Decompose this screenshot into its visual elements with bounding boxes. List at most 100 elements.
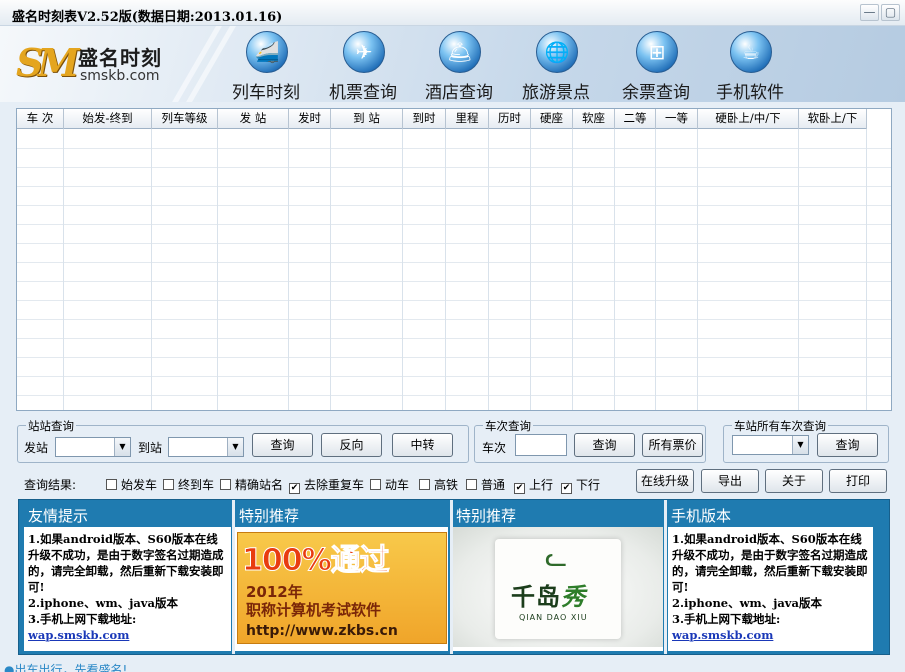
check-icon: ✔ xyxy=(289,483,300,494)
nav-ticket-availability[interactable]: ⊞ 余票查询 xyxy=(607,26,705,102)
check-icon: ✔ xyxy=(561,483,572,494)
grid-header: 车 次 始发-终到 列车等级 发 站 发时 到 站 到时 里程 历时 硬座 软座… xyxy=(17,109,867,129)
nav-label: 酒店查询 xyxy=(425,83,493,102)
filter-highspeed-checkbox[interactable]: 高铁 xyxy=(419,476,459,492)
grid-row-line xyxy=(17,357,891,358)
brand-name-b: 秀 xyxy=(561,582,586,611)
tips-line: 2.iphone、wm、java版本 xyxy=(28,596,178,610)
grid-row-line xyxy=(17,224,891,225)
chevron-down-icon[interactable]: ▼ xyxy=(227,438,243,456)
col-header-soft-sleeper[interactable]: 软卧上/下 xyxy=(799,109,867,129)
grid-body xyxy=(17,129,891,410)
station-query-legend: 站站查询 xyxy=(26,418,76,434)
grid-column-line xyxy=(330,129,331,410)
grid-column-line xyxy=(288,129,289,410)
ad-text: 职称计算机考试软件 xyxy=(246,601,382,619)
grid-column-line xyxy=(798,129,799,410)
nav-mobile-software[interactable]: ☕ 手机软件 xyxy=(701,26,799,102)
train-icon: 🚄 xyxy=(246,31,288,73)
mobile-download-link[interactable]: wap.smskb.com xyxy=(672,627,869,643)
brand-name-a: 千岛 xyxy=(511,582,561,611)
grid-column-line xyxy=(488,129,489,410)
checkbox-label: 去除重复车 xyxy=(304,478,365,492)
filter-upbound-checkbox[interactable]: ✔ 上行 xyxy=(514,476,553,494)
export-button[interactable]: 导出 xyxy=(701,469,759,493)
grid-column-line xyxy=(63,129,64,410)
train-query-button[interactable]: 查询 xyxy=(574,433,635,457)
logo-name: 盛名时刻 xyxy=(78,46,162,70)
to-station-select[interactable]: ▼ xyxy=(168,437,244,457)
station-trains-select[interactable]: ▼ xyxy=(732,435,809,455)
grid-column-line xyxy=(217,129,218,410)
ad-headline: 100%通过 xyxy=(242,543,391,579)
grid-row-line xyxy=(17,167,891,168)
close-button[interactable]: ▢ xyxy=(881,4,900,21)
all-prices-button[interactable]: 所有票价 xyxy=(642,433,703,457)
col-header-arrive-station[interactable]: 到 站 xyxy=(331,109,403,129)
filter-dedupe-checkbox[interactable]: ✔ 去除重复车 xyxy=(289,476,365,494)
minimize-button[interactable]: — xyxy=(860,4,879,21)
col-header-duration[interactable]: 历时 xyxy=(489,109,531,129)
to-station-label: 到站 xyxy=(138,441,163,455)
mobile-text: 1.如果android版本、S60版本在线升级不成功，是由于数字签名过期造成的，… xyxy=(668,527,873,647)
chevron-down-icon[interactable]: ▼ xyxy=(114,438,130,456)
checkbox-label: 动车 xyxy=(385,478,410,492)
filter-normal-checkbox[interactable]: 普通 xyxy=(466,476,505,492)
nav-flight-query[interactable]: ✈ 机票查询 xyxy=(314,26,412,102)
filter-terminal-checkbox[interactable]: 终到车 xyxy=(163,476,215,492)
grid-column-line xyxy=(614,129,615,410)
filter-exact-name-checkbox[interactable]: 精确站名 xyxy=(220,476,283,492)
checkbox-box xyxy=(106,479,117,490)
ad-url: http://www.zkbs.cn xyxy=(246,623,398,639)
col-header-train-class[interactable]: 列车等级 xyxy=(152,109,218,129)
results-grid[interactable]: 车 次 始发-终到 列车等级 发 站 发时 到 站 到时 里程 历时 硬座 软座… xyxy=(16,108,892,411)
col-header-hard-sleeper[interactable]: 硬卧上/中/下 xyxy=(698,109,799,129)
recommend1-title: 特别推荐 xyxy=(239,507,300,525)
grid-row-line xyxy=(17,281,891,282)
from-station-select[interactable]: ▼ xyxy=(55,437,131,457)
recommend2-box: ᓚ 千岛秀 QIAN DAO XIU xyxy=(453,527,663,651)
transfer-button[interactable]: 中转 xyxy=(392,433,453,457)
print-button[interactable]: 打印 xyxy=(829,469,887,493)
checkbox-box xyxy=(419,479,430,490)
tips-text: 1.如果android版本、S60版本在线升级不成功，是由于数字签名过期造成的，… xyxy=(24,527,231,647)
filter-emu-checkbox[interactable]: 动车 xyxy=(370,476,410,492)
chevron-down-icon[interactable]: ▼ xyxy=(792,436,808,454)
train-no-input[interactable] xyxy=(515,434,567,456)
col-header-first-class[interactable]: 一等 xyxy=(656,109,698,129)
checkbox-label: 终到车 xyxy=(178,478,215,492)
station-trains-query-button[interactable]: 查询 xyxy=(817,433,878,457)
checkbox-label: 高铁 xyxy=(434,478,459,492)
recommend1-box: 100%通过 2012年 职称计算机考试软件 http://www.zkbs.c… xyxy=(235,527,448,651)
download-link[interactable]: wap.smskb.com xyxy=(28,627,227,643)
col-header-distance[interactable]: 里程 xyxy=(446,109,489,129)
nav-label: 余票查询 xyxy=(622,83,690,102)
exam-software-ad[interactable]: 100%通过 2012年 职称计算机考试软件 http://www.zkbs.c… xyxy=(237,532,447,644)
nav-hotel-query[interactable]: 🛎 酒店查询 xyxy=(410,26,508,102)
grid-row-line xyxy=(17,148,891,149)
online-upgrade-button[interactable]: 在线升级 xyxy=(636,469,694,493)
qiandaoxiu-ad[interactable]: ᓚ 千岛秀 QIAN DAO XIU xyxy=(453,527,663,647)
filter-origin-checkbox[interactable]: 始发车 xyxy=(106,476,157,492)
panel-divider xyxy=(664,500,667,654)
reverse-button[interactable]: 反向 xyxy=(321,433,382,457)
info-panel: 友情提示 特别推荐 特别推荐 手机版本 1.如果android版本、S60版本在… xyxy=(18,499,890,655)
station-trains-query-legend: 车站所有车次查询 xyxy=(732,418,828,434)
logo-mark: SM xyxy=(16,40,79,85)
nav-tourist-spots[interactable]: 🌐 旅游景点 xyxy=(507,26,605,102)
col-header-depart-time[interactable]: 发时 xyxy=(289,109,331,129)
grid-row-line xyxy=(17,186,891,187)
filter-downbound-checkbox[interactable]: ✔ 下行 xyxy=(561,476,600,494)
nav-train-schedule[interactable]: 🚄 列车时刻 xyxy=(217,26,315,102)
about-button[interactable]: 关于 xyxy=(765,469,823,493)
col-header-hard-seat[interactable]: 硬座 xyxy=(531,109,573,129)
windows-icon: ⊞ xyxy=(636,31,678,73)
col-header-arrive-time[interactable]: 到时 xyxy=(403,109,446,129)
col-header-depart-station[interactable]: 发 站 xyxy=(218,109,289,129)
logo-site: smskb.com xyxy=(80,68,160,84)
col-header-soft-seat[interactable]: 软座 xyxy=(573,109,615,129)
station-query-button[interactable]: 查询 xyxy=(252,433,313,457)
col-header-train-no[interactable]: 车 次 xyxy=(17,109,64,129)
col-header-origin-dest[interactable]: 始发-终到 xyxy=(64,109,152,129)
col-header-second-class[interactable]: 二等 xyxy=(615,109,656,129)
